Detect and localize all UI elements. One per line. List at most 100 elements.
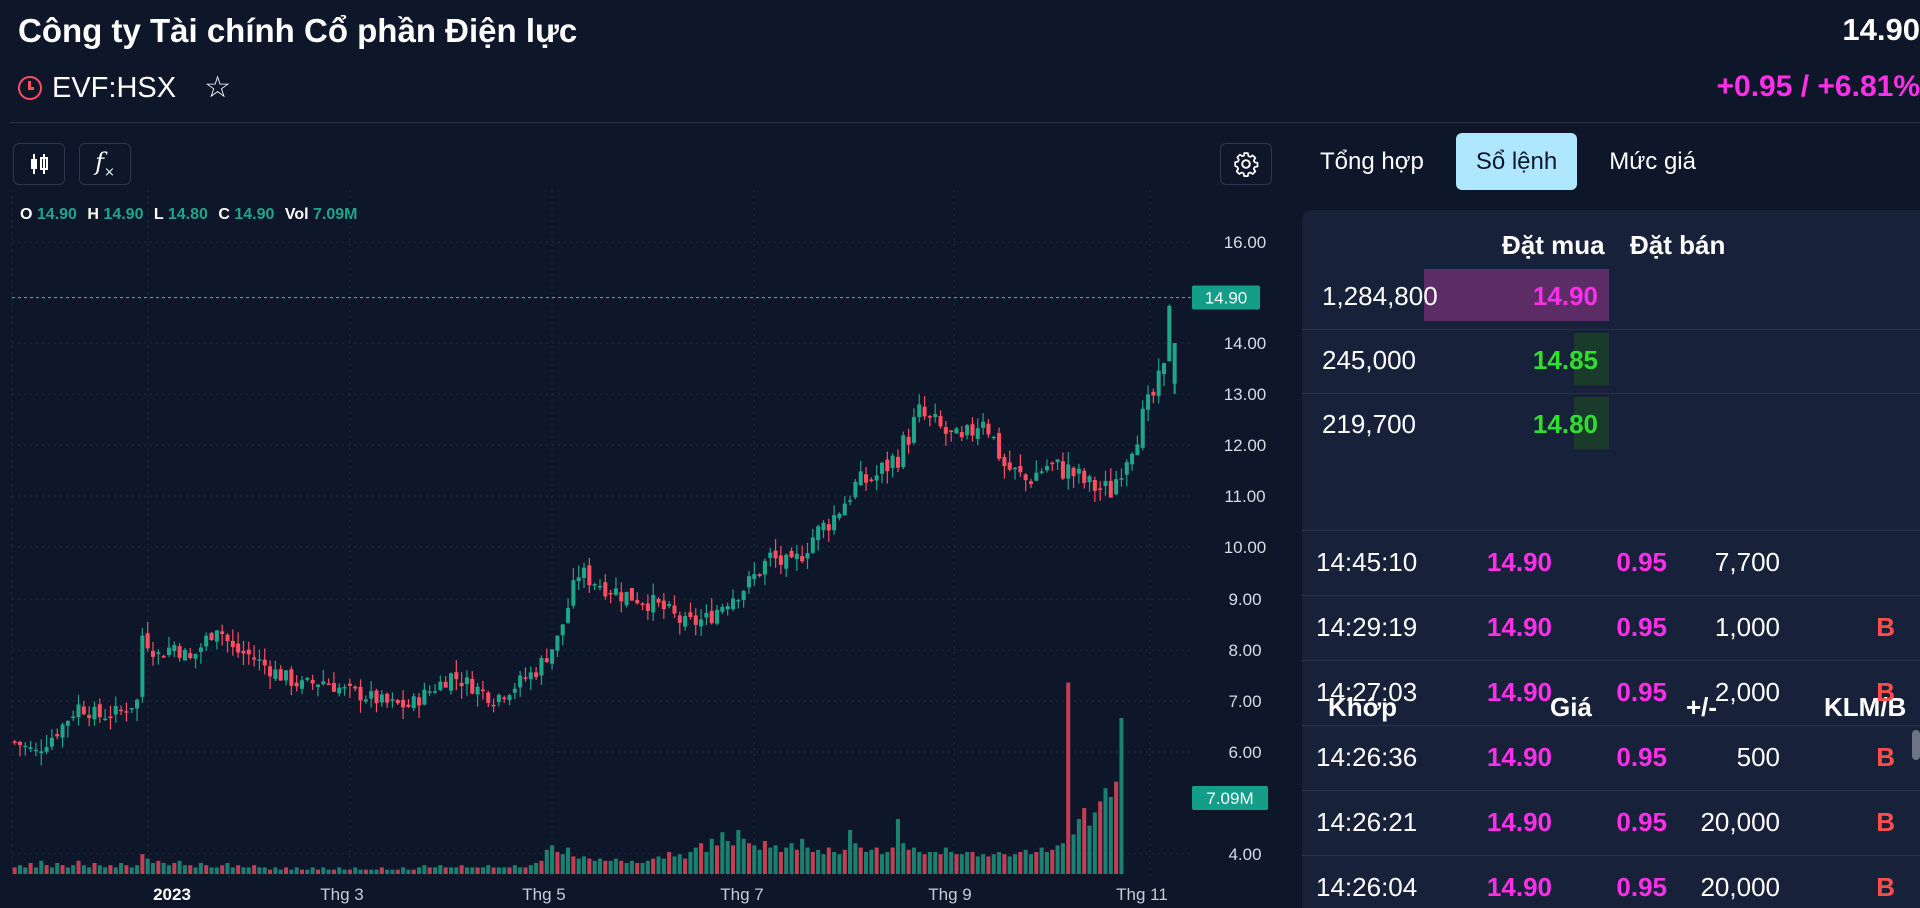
candle-body <box>103 718 108 721</box>
candle-body <box>1007 462 1012 470</box>
volume-bar <box>1114 781 1119 874</box>
trade-price: 14.90 <box>1486 612 1552 642</box>
bid-row[interactable]: 1,284,800 14.90 <box>1302 265 1920 329</box>
candle-body <box>943 427 948 434</box>
tab-2[interactable]: Mức giá <box>1589 133 1716 190</box>
volume-bar <box>438 865 443 874</box>
candle-body <box>629 588 634 601</box>
volume-bar <box>661 858 666 874</box>
candle-body <box>746 576 751 588</box>
volume-bar <box>975 856 980 874</box>
tab-1[interactable]: Sổ lệnh <box>1455 133 1578 190</box>
volume-bar <box>87 867 92 874</box>
trade-row[interactable]: 14:26:21 14.90 0.95 20,000 B <box>1302 790 1920 855</box>
volume-bar <box>406 869 411 874</box>
volume-bar <box>1092 812 1097 874</box>
volume-bar <box>358 869 363 874</box>
trade-row[interactable]: 14:26:04 14.90 0.95 20,000 B <box>1302 855 1920 908</box>
volume-bar <box>1108 797 1113 874</box>
volume-bar <box>331 869 336 874</box>
trade-change: 0.95 <box>1616 872 1667 902</box>
star-icon[interactable]: ☆ <box>204 73 231 103</box>
candle-body <box>347 683 352 686</box>
tab-0[interactable]: Tổng hợp <box>1300 133 1444 190</box>
candle-body <box>981 421 986 428</box>
volume-bar <box>741 838 746 874</box>
candlestick-type-button[interactable] <box>13 143 65 185</box>
last-volume-tag-label: 7.09M <box>1206 789 1253 808</box>
candle-body <box>954 428 959 434</box>
candle-body <box>1167 305 1172 362</box>
x-axis-tick-label: Thg 5 <box>522 885 565 904</box>
trade-row[interactable]: 14:45:10 14.90 0.95 7,700 <box>1302 530 1920 595</box>
candle-body <box>129 708 134 710</box>
candle-body <box>369 691 374 699</box>
bid-row[interactable]: 219,700 14.80 <box>1302 393 1920 457</box>
indicators-button[interactable]: f× <box>79 143 131 185</box>
volume-bar <box>959 854 964 874</box>
candle-body <box>257 659 262 661</box>
volume-bar <box>528 865 533 874</box>
volume-bar <box>534 863 539 874</box>
volume-bar <box>182 865 187 874</box>
volume-bar <box>49 867 54 874</box>
company-name: Công ty Tài chính Cổ phần Điện lực <box>18 12 578 49</box>
trade-row[interactable]: 14:27:03 14.90 0.95 2,000 B <box>1302 660 1920 725</box>
candle-body <box>906 436 911 445</box>
volume-bar <box>1007 856 1012 874</box>
volume-bar <box>1098 801 1103 874</box>
price-chart[interactable]: 16.00 14.00 13.00 12.00 11.00 10.00 9.00 8.00 7.… <box>0 190 1280 908</box>
volume-bar <box>342 869 347 874</box>
volume-bar <box>997 852 1002 874</box>
candle-body <box>1034 472 1039 481</box>
volume-bar <box>470 867 475 874</box>
volume-bar <box>113 867 118 874</box>
volume-bar <box>44 865 49 874</box>
volume-bar <box>379 867 384 874</box>
candle-body <box>188 653 193 659</box>
volume-bar <box>970 852 975 874</box>
order-panel: Đặt mua Đặt bán Khớp Giá +/- KLM/B 1,284… <box>1302 210 1920 908</box>
candle-body <box>1066 464 1071 479</box>
trade-price: 14.90 <box>1486 872 1552 902</box>
volume-bar <box>550 845 555 874</box>
trade-side: B <box>1876 677 1895 707</box>
candle-body <box>225 634 230 641</box>
volume-bar <box>135 865 140 874</box>
candle-body <box>683 615 688 627</box>
candle-body <box>1130 453 1135 465</box>
volume-bar <box>198 863 203 874</box>
bid-row[interactable]: 245,000 14.85 <box>1302 329 1920 393</box>
volume-bar <box>1013 854 1018 874</box>
current-price: 14.90 <box>1842 12 1920 47</box>
candle-body <box>1146 394 1151 410</box>
y-axis-tick-label: 4.00 <box>1228 845 1261 864</box>
volume-bar <box>337 867 342 874</box>
volume-bar <box>1103 788 1108 874</box>
volume-bar <box>369 869 374 874</box>
candle-body <box>640 603 645 605</box>
volume-bar <box>848 830 853 874</box>
volume-bar <box>315 869 320 874</box>
chart-settings-button[interactable] <box>1220 143 1272 185</box>
candle-body <box>917 404 922 418</box>
volume-bar <box>1060 843 1065 874</box>
candle-body <box>581 567 587 578</box>
volume-bar <box>736 830 741 874</box>
candle-body <box>842 503 847 516</box>
volume-bar <box>768 847 773 874</box>
y-axis-tick-label: 7.00 <box>1228 692 1261 711</box>
trade-price: 14.90 <box>1486 677 1552 707</box>
trade-row[interactable]: 14:29:19 14.90 0.95 1,000 B <box>1302 595 1920 660</box>
candle-body <box>358 686 363 701</box>
x-axis-tick-label: Thg 3 <box>320 885 363 904</box>
volume-bar <box>645 860 650 874</box>
volume-bar <box>699 843 704 874</box>
trade-row[interactable]: 14:26:36 14.90 0.95 500 B <box>1302 725 1920 790</box>
candle-body <box>879 462 885 474</box>
volume-bar <box>794 849 799 874</box>
volume-bar <box>71 865 76 874</box>
trade-time: 14:26:04 <box>1316 872 1418 902</box>
volume-bar <box>268 869 273 874</box>
candle-body <box>507 695 512 701</box>
